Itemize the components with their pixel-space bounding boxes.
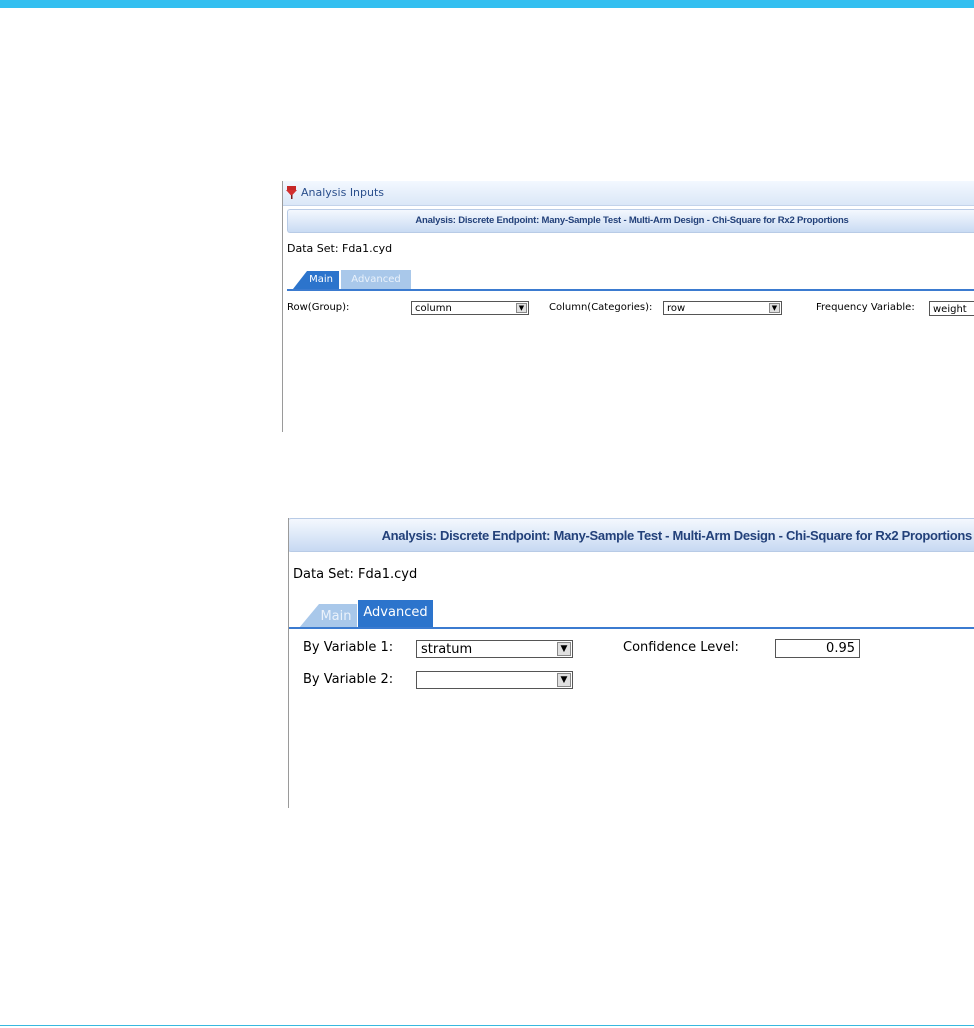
row-group-value: column <box>415 303 452 314</box>
tab-advanced[interactable]: Advanced <box>358 600 433 628</box>
tab-main-label: Main <box>320 609 352 624</box>
column-categories-label: Column(Categories): <box>549 302 653 313</box>
dataset-label: Data Set: Fda1.cyd <box>287 242 393 255</box>
frequency-variable-label: Frequency Variable: <box>816 302 915 313</box>
by-variable-1-value: stratum <box>421 642 473 657</box>
confidence-level-label: Confidence Level: <box>623 640 739 655</box>
dataset-label: Data Set: Fda1.cyd <box>293 567 418 582</box>
tab-main-label: Main <box>309 274 333 285</box>
tab-advanced[interactable]: Advanced <box>341 270 411 289</box>
by-variable-1-select[interactable]: stratum ▼ <box>416 640 573 658</box>
analysis-header: Analysis: Discrete Endpoint: Many-Sample… <box>287 209 974 233</box>
chevron-down-icon[interactable]: ▼ <box>769 303 780 313</box>
top-accent-bar <box>0 0 974 8</box>
chevron-down-icon[interactable]: ▼ <box>557 673 571 687</box>
analysis-header-text: Analysis: Discrete Endpoint: Many-Sample… <box>415 215 849 226</box>
panel-title: Analysis Inputs <box>301 186 385 199</box>
analysis-inputs-panel-advanced: Analysis: Discrete Endpoint: Many-Sample… <box>288 518 974 808</box>
tab-main[interactable]: Main <box>299 604 357 628</box>
row-group-label: Row(Group): <box>287 302 350 313</box>
chevron-down-icon[interactable]: ▼ <box>516 303 527 313</box>
column-categories-value: row <box>667 303 686 314</box>
by-variable-2-select[interactable]: ▼ <box>416 671 573 689</box>
analysis-header-text: Analysis: Discrete Endpoint: Many-Sample… <box>381 528 973 543</box>
bottom-divider <box>0 1025 974 1026</box>
row-group-select[interactable]: column ▼ <box>411 301 529 315</box>
frequency-variable-field[interactable]: weight <box>929 301 974 316</box>
tab-underline <box>289 627 974 629</box>
tab-main[interactable]: Main <box>293 271 339 289</box>
pin-icon[interactable] <box>286 185 298 199</box>
column-categories-select[interactable]: row ▼ <box>663 301 782 315</box>
analysis-inputs-panel-main: Analysis Inputs Analysis: Discrete Endpo… <box>282 181 974 432</box>
tab-underline <box>287 289 974 291</box>
panel-title-bar: Analysis Inputs <box>283 181 974 206</box>
chevron-down-icon[interactable]: ▼ <box>557 642 571 656</box>
by-variable-2-label: By Variable 2: <box>303 672 394 687</box>
by-variable-1-label: By Variable 1: <box>303 640 394 655</box>
analysis-header: Analysis: Discrete Endpoint: Many-Sample… <box>289 518 974 552</box>
confidence-level-field[interactable]: 0.95 <box>775 639 860 658</box>
